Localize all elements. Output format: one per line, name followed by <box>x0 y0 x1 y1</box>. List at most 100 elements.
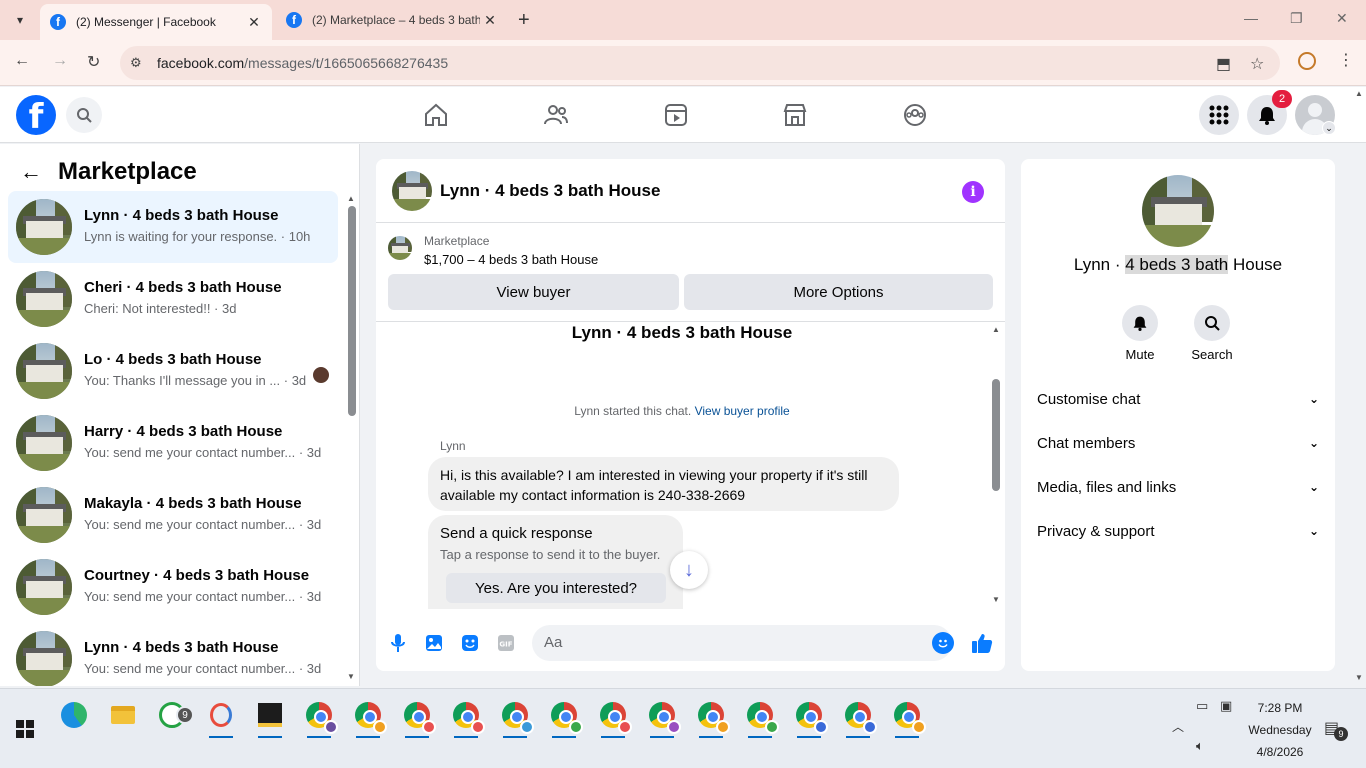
reload-icon[interactable]: ↻ <box>87 52 100 72</box>
scrollbar-thumb[interactable] <box>992 379 1000 491</box>
forward-icon[interactable]: → <box>52 52 68 70</box>
message-thread: Lynn · 4 beds 3 bath House Lynn started … <box>376 323 1005 609</box>
friends-icon[interactable] <box>536 97 576 133</box>
system-clock[interactable]: 7:28 PM Wednesday 4/8/2026 <box>1240 697 1320 763</box>
chrome-profile-icon[interactable] <box>689 695 733 738</box>
chrome-profile-icon[interactable] <box>738 695 782 738</box>
chrome-profile-icon[interactable] <box>787 695 831 738</box>
chrome-profile-icon[interactable] <box>591 695 635 738</box>
chrome-profile-icon[interactable] <box>395 695 439 738</box>
tab-close-icon[interactable]: ✕ <box>480 12 500 29</box>
page-scrollbar[interactable]: ▲ ▼ <box>1352 87 1366 687</box>
browser-profile-icon[interactable] <box>1298 52 1316 70</box>
facebook-favicon-icon: f <box>50 14 66 30</box>
scroll-up-icon[interactable]: ▲ <box>1355 89 1363 98</box>
chevron-down-icon[interactable]: ⌄ <box>1322 121 1336 135</box>
tab-marketplace[interactable]: f (2) Marketplace – 4 beds 3 bath ✕ <box>276 0 508 40</box>
file-explorer-icon[interactable] <box>101 695 145 735</box>
conversation-item[interactable]: Cheri · 4 beds 3 bath House Cheri: Not i… <box>8 263 338 335</box>
sticky-notes-icon[interactable] <box>248 695 292 738</box>
conversation-item[interactable]: Harry · 4 beds 3 bath House You: send me… <box>8 407 338 479</box>
install-app-icon[interactable]: ⬒ <box>1216 54 1231 74</box>
media-files-links-section[interactable]: Media, files and links ⌄ <box>1029 465 1327 509</box>
video-icon[interactable] <box>656 97 696 133</box>
tab-close-icon[interactable]: ✕ <box>244 14 264 31</box>
browser-menu-icon[interactable]: ⋮ <box>1338 50 1354 70</box>
close-window-icon[interactable]: ✕ <box>1336 10 1348 27</box>
network-icon[interactable]: ▣ <box>1220 698 1232 714</box>
marketplace-icon[interactable] <box>775 97 815 133</box>
info-icon[interactable]: i <box>962 181 984 203</box>
chrome-profile-icon[interactable] <box>885 695 929 738</box>
quick-reply-button[interactable]: Yes. Are you interested? <box>446 573 666 603</box>
site-info-icon[interactable]: ⚙ <box>130 55 142 71</box>
emoji-icon[interactable] <box>932 632 954 654</box>
back-arrow-icon[interactable]: ← <box>20 159 42 185</box>
chrome-profile-icon[interactable] <box>444 695 488 738</box>
view-buyer-profile-link[interactable]: View buyer profile <box>695 404 790 418</box>
conversation-item[interactable]: Lo · 4 beds 3 bath House You: Thanks I'l… <box>8 335 338 407</box>
listing-title[interactable]: $1,700 – 4 beds 3 bath House <box>424 252 598 267</box>
scroll-up-icon[interactable]: ▲ <box>347 194 355 203</box>
volume-icon[interactable]: 🔈︎ <box>1196 738 1204 754</box>
windows-taskbar <box>0 688 1366 768</box>
bookmark-star-icon[interactable]: ☆ <box>1250 54 1264 74</box>
mute-button[interactable]: Mute <box>1110 305 1170 362</box>
sticker-icon[interactable] <box>458 631 482 655</box>
back-icon[interactable]: ← <box>14 52 30 70</box>
search-in-chat-button[interactable]: Search <box>1182 305 1242 362</box>
microphone-icon[interactable] <box>386 631 410 655</box>
chrome-profile-icon[interactable] <box>493 695 537 738</box>
scrollbar-thumb[interactable] <box>348 206 356 416</box>
thumbs-up-icon[interactable] <box>970 631 994 655</box>
address-bar[interactable]: ⚙ facebook.com/messages/t/16650656682764… <box>120 46 1280 80</box>
restore-icon[interactable]: ❐ <box>1290 10 1303 27</box>
chrome-profile-icon[interactable] <box>542 695 586 738</box>
customise-chat-section[interactable]: Customise chat ⌄ <box>1029 377 1327 421</box>
chat-avatar[interactable] <box>392 171 432 211</box>
thread-scrollbar[interactable]: ▲ ▼ <box>990 323 1002 609</box>
more-options-button[interactable]: More Options <box>684 274 993 310</box>
search-icon[interactable] <box>66 97 102 133</box>
groups-icon[interactable] <box>895 97 935 133</box>
scroll-up-icon[interactable]: ▲ <box>992 325 1000 334</box>
facebook-logo-icon[interactable]: f <box>16 95 56 135</box>
scroll-to-bottom-icon[interactable]: ↓ <box>670 551 708 589</box>
chrome-profile-icon[interactable] <box>297 695 341 738</box>
conversation-item[interactable]: Makayla · 4 beds 3 bath House You: send … <box>8 479 338 551</box>
marketplace-listing-bar: Marketplace $1,700 – 4 beds 3 bath House… <box>376 224 1005 322</box>
show-hidden-icons[interactable]: ︿ <box>1172 718 1184 735</box>
scroll-down-icon[interactable]: ▼ <box>992 595 1000 604</box>
conversation-item[interactable]: Lynn · 4 beds 3 bath House Lynn is waiti… <box>8 191 338 263</box>
privacy-support-section[interactable]: Privacy & support ⌄ <box>1029 509 1327 553</box>
snipping-tool-icon[interactable] <box>199 695 243 738</box>
minimize-icon[interactable]: — <box>1244 10 1258 26</box>
chrome-profile-icon[interactable] <box>836 695 880 738</box>
battery-icon[interactable]: ▭ <box>1196 698 1208 714</box>
chat-members-section[interactable]: Chat members ⌄ <box>1029 421 1327 465</box>
gif-icon[interactable]: GIF <box>494 631 518 655</box>
scroll-down-icon[interactable]: ▼ <box>1355 673 1363 682</box>
home-icon[interactable] <box>416 97 456 133</box>
chrome-profile-icon[interactable] <box>346 695 390 738</box>
edge-icon[interactable] <box>52 695 96 735</box>
sidebar-scrollbar[interactable]: ▲ ▼ <box>346 194 356 684</box>
chat-title[interactable]: Lynn · 4 beds 3 bath House <box>440 181 660 201</box>
windows-start-icon[interactable] <box>16 720 34 738</box>
photo-icon[interactable] <box>422 631 446 655</box>
tab-messenger[interactable]: f (2) Messenger | Facebook ✕ <box>40 4 272 40</box>
conversation-item[interactable]: Lynn · 4 beds 3 bath House You: send me … <box>8 623 338 686</box>
new-tab-button[interactable]: + <box>518 10 530 30</box>
conversation-name: Makayla · 4 beds 3 bath House <box>84 495 302 512</box>
conversation-item[interactable]: Courtney · 4 beds 3 bath House You: send… <box>8 551 338 623</box>
chevron-down-icon: ⌄ <box>1308 392 1319 406</box>
tab-search-button[interactable]: ▾ <box>8 8 32 32</box>
chrome-profile-icon[interactable] <box>640 695 684 738</box>
contact-avatar[interactable] <box>1142 175 1214 247</box>
message-placeholder: Aa <box>544 634 563 651</box>
scroll-down-icon[interactable]: ▼ <box>347 672 355 681</box>
view-buyer-button[interactable]: View buyer <box>388 274 679 310</box>
menu-grid-icon[interactable] <box>1199 95 1239 135</box>
listing-thumbnail <box>16 271 72 327</box>
message-input[interactable]: Aa <box>532 625 954 661</box>
